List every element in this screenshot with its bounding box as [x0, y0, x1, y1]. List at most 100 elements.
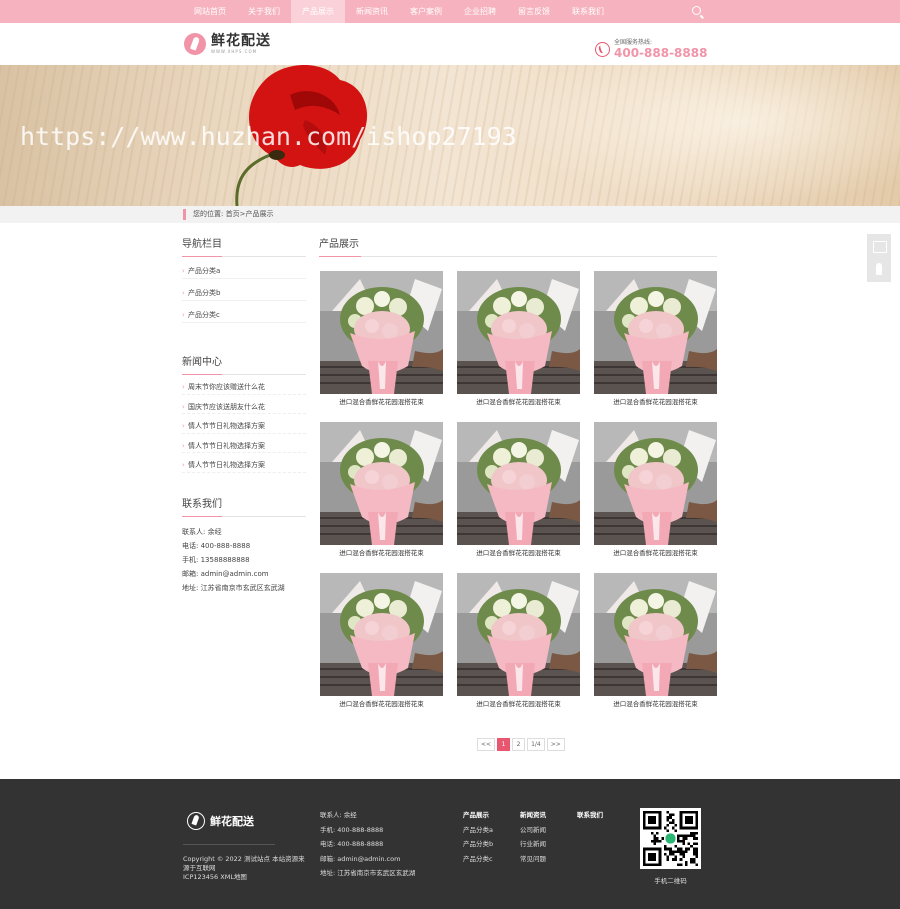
nav-item[interactable]: 关于我们	[237, 0, 291, 23]
category-list: 产品分类a产品分类b产品分类c	[182, 257, 306, 329]
qr-code-icon[interactable]	[867, 234, 891, 258]
product-image[interactable]	[320, 422, 443, 545]
footer-link[interactable]: 常见问题	[520, 852, 546, 867]
breadcrumb[interactable]: 您的位置: 首页>产品展示	[183, 209, 273, 220]
footer-col-news: 新闻资讯 公司新闻 行业新闻 常见问题	[520, 808, 546, 866]
sidebar-contact-title: 联系我们	[182, 495, 306, 517]
sidebar: 导航栏目 产品分类a产品分类b产品分类c 新闻中心 周末节你应该赠送什么花国庆节…	[182, 235, 306, 595]
sidebar-news-title: 新闻中心	[182, 353, 306, 375]
footer-col-title[interactable]: 联系我们	[577, 808, 603, 823]
product-image[interactable]	[320, 573, 443, 696]
category-item[interactable]: 产品分类b	[182, 279, 306, 307]
contact-line: 手机: 13588888888	[182, 555, 250, 564]
contact-line: 联系人: 余经	[182, 527, 222, 536]
product-title[interactable]: 进口混合香鲜花花园混搭花束	[320, 696, 443, 713]
nav-item[interactable]: 留言反馈	[507, 0, 561, 23]
footer-contact-line: 手机: 400-888-8888	[320, 825, 384, 834]
product-card[interactable]: 进口混合香鲜花花园混搭花束	[457, 573, 580, 713]
product-card[interactable]: 进口混合香鲜花花园混搭花束	[594, 422, 717, 562]
category-item[interactable]: 产品分类a	[182, 257, 306, 285]
page-number-button[interactable]: 2	[512, 738, 526, 751]
product-image[interactable]	[594, 271, 717, 394]
news-item[interactable]: 周末节你应该赠送什么花	[182, 375, 306, 395]
nav-item[interactable]: 新闻资讯	[345, 0, 399, 23]
product-image[interactable]	[320, 271, 443, 394]
product-image[interactable]	[594, 422, 717, 545]
news-item[interactable]: 情人节节日礼物选择方案	[182, 434, 306, 453]
footer-contact-line: 邮箱: admin@admin.com	[320, 854, 401, 863]
category-item[interactable]: 产品分类c	[182, 301, 306, 329]
footer-contact: 联系人: 余经手机: 400-888-8888 电话: 400-888-8888 邮…	[320, 808, 415, 881]
footer-col-title[interactable]: 产品展示	[463, 808, 493, 823]
pagination: << 1 2 1/4 >>	[477, 738, 565, 751]
news-list: 周末节你应该赠送什么花国庆节应该送朋友什么花情人节节日礼物选择方案情人节节日礼物…	[182, 375, 306, 473]
nav-menu: 网站首页 关于我们 产品展示 新闻资讯 客户案例 企业招聘 留言反馈 联系我们	[183, 0, 615, 23]
product-card[interactable]: 进口混合香鲜花花园混搭花束	[320, 573, 443, 713]
nav-item[interactable]: 产品展示	[291, 0, 345, 23]
page-first-button[interactable]: <<	[477, 738, 496, 751]
copyright-text: Copyright © 2022 测试站点 本站资源来源于互联网	[183, 855, 305, 872]
footer-col-title[interactable]: 新闻资讯	[520, 808, 546, 823]
footer-contact-line: 联系人: 余经	[320, 811, 357, 819]
footer-logo-title: 鲜花配送	[210, 815, 254, 828]
logo-flower-icon	[184, 33, 206, 55]
news-item[interactable]: 情人节节日礼物选择方案	[182, 453, 306, 473]
back-to-top-icon[interactable]	[867, 258, 891, 282]
page-number-button[interactable]: 1	[497, 738, 511, 751]
footer-link[interactable]: 产品分类a	[463, 823, 493, 838]
site-logo[interactable]: 鲜花配送 WWW.XHPS.COM	[184, 33, 271, 55]
footer-link[interactable]: 行业新闻	[520, 837, 546, 852]
footer-link[interactable]: 公司新闻	[520, 823, 546, 838]
contact-line: 电话: 400-888-8888	[182, 541, 251, 550]
product-title[interactable]: 进口混合香鲜花花园混搭花束	[457, 394, 580, 411]
news-item[interactable]: 国庆节应该送朋友什么花	[182, 395, 306, 414]
news-item[interactable]: 情人节节日礼物选择方案	[182, 414, 306, 434]
logo-flower-icon	[187, 812, 205, 830]
contact-line: 邮箱: admin@admin.com	[182, 570, 269, 579]
search-icon[interactable]	[692, 6, 701, 15]
page-title: 产品展示	[319, 235, 717, 257]
breadcrumb-bar: 您的位置: 首页>产品展示	[0, 206, 900, 223]
search-box[interactable]	[600, 5, 705, 18]
product-title[interactable]: 进口混合香鲜花花园混搭花束	[457, 696, 580, 713]
footer-col-products: 产品展示 产品分类a 产品分类b 产品分类c	[463, 808, 493, 866]
product-title[interactable]: 进口混合香鲜花花园混搭花束	[594, 545, 717, 562]
footer-logo[interactable]: 鲜花配送	[187, 812, 254, 830]
product-card[interactable]: 进口混合香鲜花花园混搭花束	[457, 422, 580, 562]
icp-link[interactable]: ICP123456 XML地图	[183, 873, 308, 882]
footer-link[interactable]: 产品分类c	[463, 852, 493, 867]
product-image[interactable]	[457, 271, 580, 394]
nav-item[interactable]: 网站首页	[183, 0, 237, 23]
product-card[interactable]: 进口混合香鲜花花园混搭花束	[320, 422, 443, 562]
nav-item[interactable]: 客户案例	[399, 0, 453, 23]
product-card[interactable]: 进口混合香鲜花花园混搭花束	[594, 271, 717, 411]
page-last-button[interactable]: >>	[546, 738, 565, 751]
product-title[interactable]: 进口混合香鲜花花园混搭花束	[594, 394, 717, 411]
product-image[interactable]	[594, 573, 717, 696]
logo-subtitle: WWW.XHPS.COM	[211, 49, 258, 54]
footer-link[interactable]: 产品分类b	[463, 837, 493, 852]
floating-tools	[867, 234, 891, 282]
footer-contact-line: 地址: 江苏省南京市玄武区玄武湖	[320, 869, 416, 877]
nav-item[interactable]: 企业招聘	[453, 0, 507, 23]
product-title[interactable]: 进口混合香鲜花花园混搭花束	[320, 394, 443, 411]
product-title[interactable]: 进口混合香鲜花花园混搭花束	[594, 696, 717, 713]
qr-code-image	[640, 808, 701, 869]
product-image[interactable]	[457, 573, 580, 696]
qr-caption: 手机二维码	[654, 877, 687, 885]
hotline-number: 400-888-8888	[614, 46, 708, 60]
product-title[interactable]: 进口混合香鲜花花园混搭花束	[320, 545, 443, 562]
hero-banner: https://www.huzhan.com/ishop27193	[0, 65, 900, 206]
copyright: Copyright © 2022 测试站点 本站资源来源于互联网 ICP1234…	[183, 855, 308, 882]
logo-title: 鲜花配送	[211, 33, 271, 49]
product-card[interactable]: 进口混合香鲜花花园混搭花束	[320, 271, 443, 411]
product-title[interactable]: 进口混合香鲜花花园混搭花束	[457, 545, 580, 562]
sidebar-contact: 联系我们 联系人: 余经电话: 400-888-8888 手机: 13588888…	[182, 495, 306, 596]
footer-contact-line: 电话: 400-888-8888	[320, 840, 384, 848]
hotline: 全国服务热线: 400-888-8888	[595, 39, 707, 60]
sidebar-nav-title: 导航栏目	[182, 235, 306, 257]
main-content: 产品展示 进口混合香鲜花花园混搭花束 进口混合香鲜花花园混搭花束 进口混合香鲜花…	[319, 235, 717, 708]
product-card[interactable]: 进口混合香鲜花花园混搭花束	[594, 573, 717, 713]
product-card[interactable]: 进口混合香鲜花花园混搭花束	[457, 271, 580, 411]
product-image[interactable]	[457, 422, 580, 545]
